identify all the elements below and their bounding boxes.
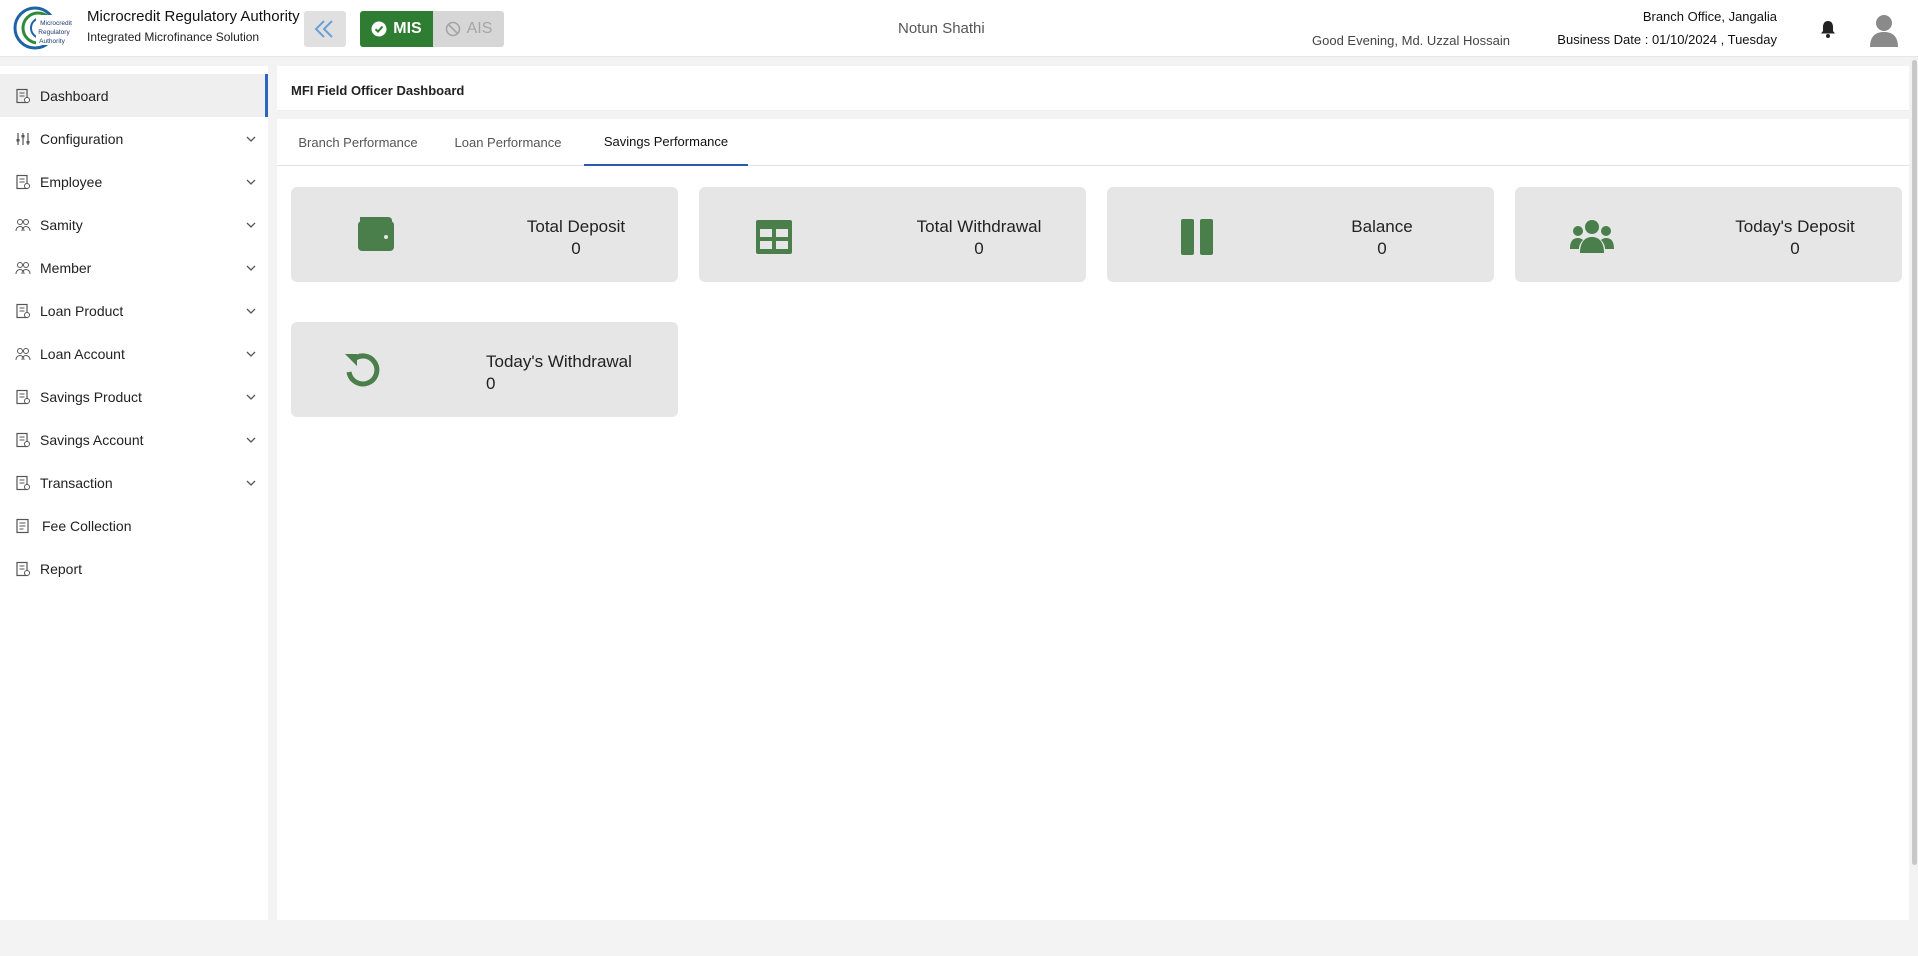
sidebar-item-label: Employee	[40, 173, 103, 190]
svg-text:Microcredit: Microcredit	[40, 20, 72, 27]
chevron-down-icon	[246, 265, 256, 271]
card-title: Balance	[1351, 217, 1413, 236]
document-icon	[16, 432, 30, 447]
ais-label: AIS	[466, 20, 493, 37]
mis-label: MIS	[393, 20, 422, 37]
sidebar-item-configuration[interactable]: Configuration	[0, 117, 268, 160]
chevron-down-icon	[246, 308, 256, 314]
double-chevron-left-icon	[314, 20, 333, 38]
sidebar-item-label: Fee Collection	[42, 517, 132, 534]
main-content: MFI Field Officer Dashboard Branch Perfo…	[277, 66, 1909, 920]
chevron-down-icon	[246, 179, 256, 185]
user-greeting: Good Evening, Md. Uzzal Hossain	[1312, 33, 1510, 48]
scrollbar-thumb[interactable]	[1912, 60, 1917, 865]
card-value: 0	[974, 239, 984, 258]
card-value: 0	[1377, 239, 1387, 258]
sidebar-item-label: Savings Product	[40, 388, 142, 405]
card-total-withdrawal: Total Withdrawal 0	[699, 187, 1086, 282]
business-date: Business Date : 01/10/2024 , Tuesday	[1557, 32, 1777, 47]
sidebar: Dashboard Configuration Employee Samity …	[0, 66, 268, 920]
mis-button[interactable]: MIS	[360, 11, 433, 47]
organization-title: Notun Shathi	[898, 20, 985, 37]
card-value: 0	[1790, 239, 1800, 258]
ais-button[interactable]: AIS	[433, 11, 504, 47]
sidebar-item-label: Report	[40, 560, 83, 577]
sidebar-item-dashboard[interactable]: Dashboard	[0, 74, 268, 117]
refresh-icon	[345, 353, 380, 387]
sidebar-item-transaction[interactable]: Transaction	[0, 461, 268, 504]
document-icon	[16, 174, 30, 189]
sidebar-item-label: Savings Account	[40, 431, 144, 448]
card-title: Total Withdrawal	[916, 217, 1042, 236]
sidebar-item-savings-account[interactable]: Savings Account	[0, 418, 268, 461]
sidebar-item-label: Transaction	[40, 474, 113, 491]
tab-branch-performance[interactable]: Branch Performance	[285, 119, 431, 166]
page-title-bar: MFI Field Officer Dashboard	[277, 66, 1909, 111]
mra-logo: Microcredit Regulatory Authority	[13, 6, 78, 50]
divider	[277, 111, 1909, 119]
user-avatar-icon[interactable]	[1868, 13, 1900, 47]
group-icon	[15, 347, 31, 360]
sidebar-item-report[interactable]: Report	[0, 547, 268, 590]
chevron-down-icon	[246, 136, 256, 142]
pause-icon	[1181, 219, 1213, 255]
card-title: Today's Deposit	[1735, 217, 1855, 236]
card-todays-withdrawal: Today's Withdrawal 0	[291, 322, 678, 417]
card-balance: Balance 0	[1107, 187, 1494, 282]
tab-bar: Branch Performance Loan Performance Savi…	[277, 119, 1909, 166]
tab-savings-performance[interactable]: Savings Performance	[584, 119, 748, 166]
branch-name: Branch Office, Jangalia	[1642, 9, 1777, 24]
notification-bell-icon[interactable]	[1818, 19, 1838, 39]
module-toggle: MIS AIS	[360, 11, 504, 47]
chevron-down-icon	[246, 480, 256, 486]
card-title: Today's Withdrawal	[486, 352, 632, 371]
tab-loan-performance[interactable]: Loan Performance	[442, 119, 574, 166]
document-icon	[16, 389, 30, 404]
page-title: MFI Field Officer Dashboard	[291, 83, 465, 98]
block-icon	[445, 21, 460, 37]
sidebar-item-label: Member	[40, 259, 92, 276]
sidebar-item-samity[interactable]: Samity	[0, 203, 268, 246]
card-value: 0	[571, 239, 581, 258]
sliders-icon	[16, 132, 30, 145]
people-icon	[1570, 220, 1614, 253]
chevron-down-icon	[246, 351, 256, 357]
org-name: Microcredit Regulatory Authority	[87, 8, 300, 25]
sidebar-item-label: Dashboard	[40, 87, 109, 104]
group-icon	[15, 261, 31, 274]
sidebar-item-loan-product[interactable]: Loan Product	[0, 289, 268, 332]
svg-text:Regulatory: Regulatory	[38, 29, 70, 36]
top-header: Microcredit Regulatory Authority Microcr…	[0, 0, 1918, 57]
group-icon	[15, 218, 31, 231]
sidebar-item-member[interactable]: Member	[0, 246, 268, 289]
collapse-sidebar-button[interactable]	[304, 11, 346, 47]
sidebar-item-savings-product[interactable]: Savings Product	[0, 375, 268, 418]
sidebar-item-employee[interactable]: Employee	[0, 160, 268, 203]
card-todays-deposit: Today's Deposit 0	[1515, 187, 1902, 282]
document-icon	[16, 561, 30, 576]
card-value: 0	[486, 374, 496, 393]
document-icon	[16, 88, 30, 103]
sidebar-item-fee-collection[interactable]: Fee Collection	[0, 504, 268, 547]
sidebar-item-loan-account[interactable]: Loan Account	[0, 332, 268, 375]
sidebar-item-label: Loan Product	[40, 302, 124, 319]
card-title: Total Deposit	[526, 217, 626, 236]
org-subtitle: Integrated Microfinance Solution	[87, 30, 260, 44]
document-icon	[16, 475, 30, 490]
table-icon	[756, 220, 792, 254]
chevron-down-icon	[246, 437, 256, 443]
chevron-down-icon	[246, 222, 256, 228]
document-icon	[16, 303, 30, 318]
sidebar-item-label: Configuration	[40, 130, 124, 147]
wallet-icon	[358, 217, 394, 251]
receipt-icon	[16, 518, 29, 533]
card-total-deposit: Total Deposit 0	[291, 187, 678, 282]
sidebar-item-label: Samity	[40, 216, 83, 233]
sidebar-item-label: Loan Account	[40, 345, 125, 362]
chevron-down-icon	[246, 394, 256, 400]
check-circle-icon	[371, 21, 387, 37]
svg-text:Authority: Authority	[39, 38, 65, 45]
